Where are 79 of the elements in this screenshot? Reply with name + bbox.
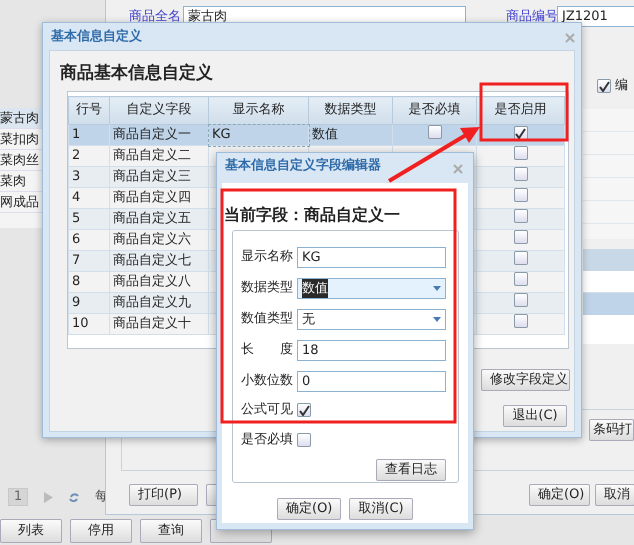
page-number: 1 xyxy=(8,488,28,506)
column-header: 自定义字段 xyxy=(110,96,208,124)
table-cell: 2 xyxy=(68,146,110,166)
ok-button[interactable]: 确定(O) xyxy=(277,498,341,520)
dropdown-field[interactable]: 无 xyxy=(297,309,446,330)
field-label: 商品编号 xyxy=(506,9,558,26)
refresh-icon xyxy=(69,492,79,502)
exit-button[interactable]: 退出(C) xyxy=(503,405,567,427)
table-cell: 3 xyxy=(68,166,110,188)
dropdown-field[interactable]: 数值 xyxy=(297,278,446,299)
table-cell: 商品自定义十 xyxy=(110,314,208,334)
checkbox[interactable] xyxy=(514,146,528,160)
table-cell: 数值 xyxy=(308,124,392,146)
column-header: 是否必填 xyxy=(392,96,476,124)
table-cell: 商品自定义六 xyxy=(110,230,208,250)
table-cell: 商品自定义八 xyxy=(110,272,208,292)
checkbox[interactable] xyxy=(297,403,311,418)
field-label: 长 度 xyxy=(241,342,294,359)
field-label: 商品全名 xyxy=(129,9,181,26)
table-cell: 4 xyxy=(68,188,110,208)
column-header: 行号 xyxy=(68,96,110,124)
checkbox[interactable] xyxy=(514,126,528,140)
option-label: 编 xyxy=(615,78,628,94)
checkbox[interactable] xyxy=(514,314,528,328)
text-field[interactable]: JZ1201 xyxy=(557,6,634,27)
table-cell: 商品自定义七 xyxy=(110,250,208,272)
next-page-icon xyxy=(44,492,53,502)
checkbox[interactable] xyxy=(428,126,442,140)
table-cell: 8 xyxy=(68,272,110,292)
barcode-print-button[interactable]: 条码打 xyxy=(589,419,634,441)
text-field[interactable]: 18 xyxy=(297,340,446,361)
column-header: 是否启用 xyxy=(476,96,564,124)
dropdown-arrow-icon xyxy=(433,286,441,291)
toolbar-button[interactable]: 列表 xyxy=(0,519,62,543)
close-icon xyxy=(453,164,463,174)
column-header: 显示名称 xyxy=(208,96,308,124)
print-button[interactable]: 打印(P) xyxy=(129,484,198,506)
checkbox[interactable] xyxy=(597,79,611,94)
table-cell: 商品自定义三 xyxy=(110,166,208,188)
table-cell: 7 xyxy=(68,250,110,272)
check-label: 是否必填 xyxy=(241,432,294,448)
table-row[interactable]: 1 商品自定义一 KG 数值 xyxy=(68,124,564,146)
checkbox[interactable] xyxy=(514,230,528,244)
check-label: 公式可见 xyxy=(241,402,294,418)
text-field[interactable]: KG xyxy=(297,247,446,268)
table-cell: 商品自定义一 xyxy=(110,124,208,146)
ok-button[interactable]: 确定(O) xyxy=(529,484,590,506)
toolbar-button[interactable]: 查询 xyxy=(140,519,202,543)
checkbox[interactable] xyxy=(514,168,528,182)
modify-field-button[interactable]: 修改字段定义 xyxy=(481,369,570,391)
cancel-button[interactable]: 取消(C) xyxy=(349,498,413,520)
checkbox[interactable] xyxy=(514,210,528,224)
table-cell: 商品自定义二 xyxy=(110,146,208,166)
checkbox[interactable] xyxy=(514,188,528,202)
field-label: 小数位数 xyxy=(241,373,294,390)
cancel-button[interactable]: 取消 xyxy=(595,484,634,506)
checkbox[interactable] xyxy=(514,272,528,286)
table-cell: 商品自定义五 xyxy=(110,208,208,230)
checkbox[interactable] xyxy=(297,433,311,448)
table-cell: KG xyxy=(208,124,308,146)
text-field[interactable]: 0 xyxy=(297,371,446,392)
close-icon xyxy=(565,33,575,43)
column-header: 数据类型 xyxy=(308,96,392,124)
view-log-button[interactable]: 查看日志 xyxy=(376,458,446,480)
table-cell: 9 xyxy=(68,292,110,314)
table-cell: 10 xyxy=(68,314,110,334)
field-label: 数值类型 xyxy=(241,311,294,328)
dropdown-arrow-icon xyxy=(433,317,441,322)
table-cell: 1 xyxy=(68,124,110,146)
table-cell: 商品自定义九 xyxy=(110,292,208,314)
checkbox[interactable] xyxy=(514,294,528,308)
dialog-title: 基本信息自定义 xyxy=(51,29,142,46)
toolbar-button[interactable]: 停用 xyxy=(70,519,132,543)
dialog-heading: 商品基本信息自定义 xyxy=(60,63,213,84)
table-cell: 6 xyxy=(68,230,110,250)
checkbox[interactable] xyxy=(514,252,528,266)
table-cell: 商品自定义四 xyxy=(110,188,208,208)
table-cell: 5 xyxy=(68,208,110,230)
field-label: 显示名称 xyxy=(241,249,294,266)
